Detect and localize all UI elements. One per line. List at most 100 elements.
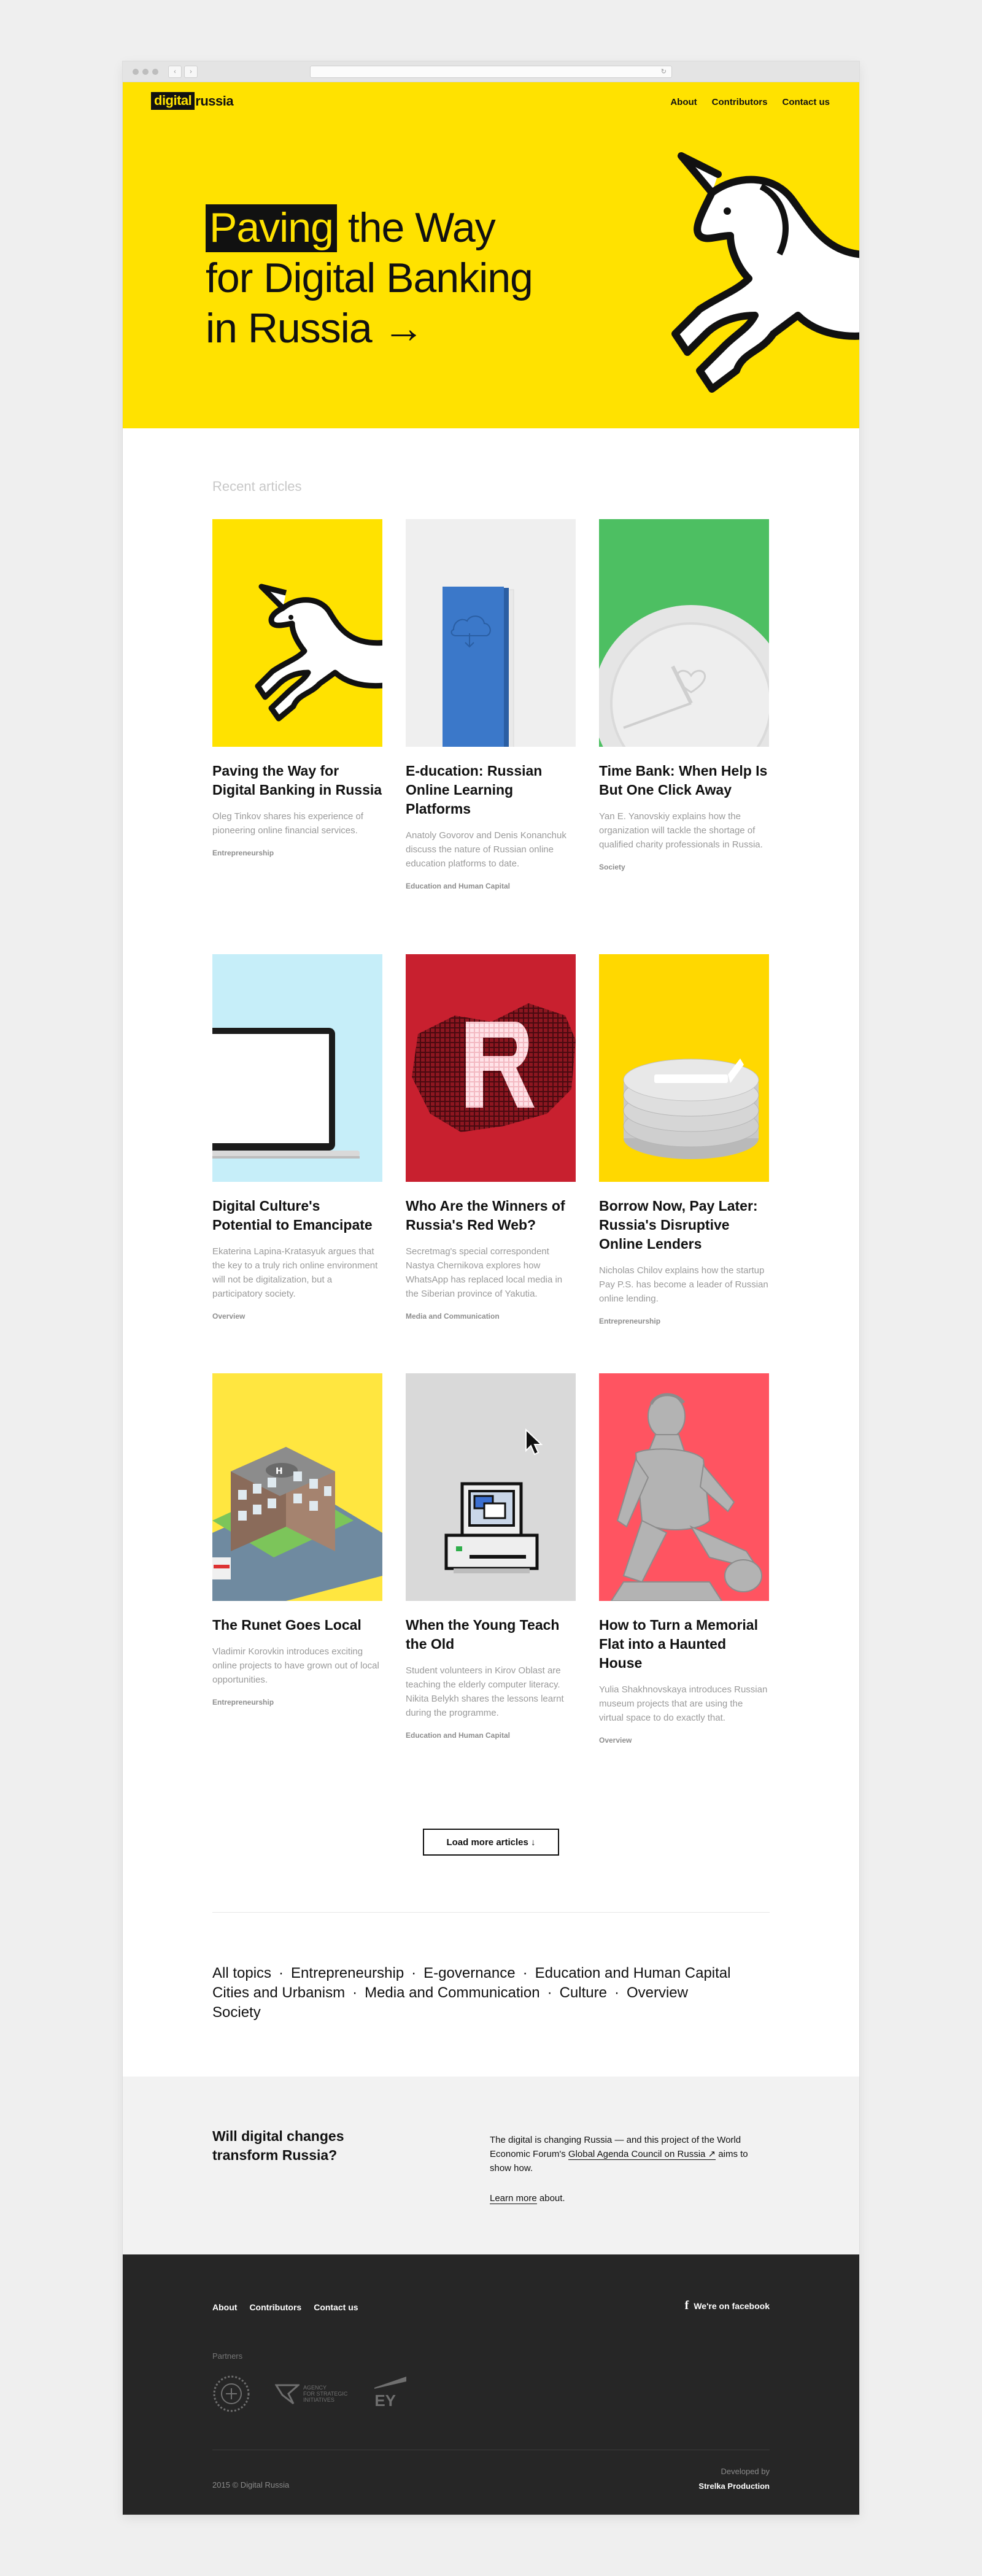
developer-credit: Developed by Strelka Production bbox=[698, 2464, 770, 2494]
article-title[interactable]: E-ducation: Russian Online Learning Plat… bbox=[406, 762, 576, 819]
article-title[interactable]: Time Bank: When Help Is But One Click Aw… bbox=[599, 762, 769, 800]
facebook-link[interactable]: f We're on facebook bbox=[685, 2299, 770, 2313]
article-title[interactable]: Paving the Way for Digital Banking in Ru… bbox=[212, 762, 382, 800]
hospital-icon: H bbox=[212, 1447, 382, 1601]
url-bar[interactable]: ↻ bbox=[310, 66, 672, 78]
nav-about[interactable]: About bbox=[670, 97, 697, 107]
article-card[interactable]: Borrow Now, Pay Later: Russia's Disrupti… bbox=[599, 954, 769, 1325]
forward-icon[interactable]: › bbox=[184, 66, 198, 78]
article-tag[interactable]: Education and Human Capital bbox=[406, 1731, 576, 1740]
logo-rest: russia bbox=[195, 93, 234, 109]
svg-text:H: H bbox=[276, 1467, 283, 1476]
unicorn-icon bbox=[671, 152, 859, 393]
article-tag[interactable]: Education and Human Capital bbox=[406, 882, 576, 890]
article-card[interactable]: When the Young Teach the Old Student vol… bbox=[406, 1373, 576, 1740]
back-icon[interactable]: ‹ bbox=[168, 66, 182, 78]
divider bbox=[212, 1912, 770, 1913]
mouse-cursor-icon bbox=[525, 1429, 543, 1456]
topic-media[interactable]: Media and Communication bbox=[365, 1984, 539, 2001]
retro-computer-icon bbox=[444, 1482, 539, 1573]
copyright: 2015 © Digital Russia bbox=[212, 2480, 290, 2489]
article-card[interactable]: Digital Culture's Potential to Emancipat… bbox=[212, 954, 382, 1321]
developer-link[interactable]: Strelka Production bbox=[698, 2482, 770, 2491]
article-card[interactable]: E-ducation: Russian Online Learning Plat… bbox=[406, 519, 576, 890]
wef-logo-icon[interactable] bbox=[212, 2375, 250, 2413]
article-thumb[interactable] bbox=[212, 954, 382, 1182]
article-card[interactable]: Paving the Way for Digital Banking in Ru… bbox=[212, 519, 382, 857]
article-title[interactable]: Who Are the Winners of Russia's Red Web? bbox=[406, 1197, 576, 1235]
asi-line2: FOR STRATEGIC bbox=[303, 2391, 348, 2397]
footer-nav-about[interactable]: About bbox=[212, 2302, 237, 2312]
article-card[interactable]: Time Bank: When Help Is But One Click Aw… bbox=[599, 519, 769, 871]
topic-cities[interactable]: Cities and Urbanism bbox=[212, 1984, 345, 2001]
article-desc: Anatoly Govorov and Denis Konanchuk disc… bbox=[406, 830, 566, 869]
article-thumb[interactable] bbox=[406, 954, 576, 1182]
article-thumb[interactable] bbox=[212, 519, 382, 747]
asi-line3: INITIATIVES bbox=[303, 2397, 334, 2403]
load-more-button[interactable]: Load more articles ↓ bbox=[423, 1829, 559, 1856]
article-thumb[interactable] bbox=[599, 954, 769, 1182]
footer: About Contributors Contact us f We're on… bbox=[123, 2254, 859, 2515]
article-thumb[interactable] bbox=[599, 1373, 769, 1601]
article-tag[interactable]: Entrepreneurship bbox=[212, 849, 382, 857]
topic-overview[interactable]: Overview bbox=[627, 1984, 688, 2001]
logo-box: digital bbox=[151, 92, 195, 110]
footer-nav: About Contributors Contact us bbox=[212, 2302, 358, 2312]
zoom-dot[interactable] bbox=[152, 69, 158, 75]
article-title[interactable]: The Runet Goes Local bbox=[212, 1616, 382, 1635]
article-desc: Yan E. Yanovskiy explains how the organi… bbox=[599, 811, 763, 850]
footer-nav-contact[interactable]: Contact us bbox=[314, 2302, 358, 2312]
about-text: The digital is changing Russia — and thi… bbox=[490, 2133, 760, 2175]
article-title[interactable]: Digital Culture's Potential to Emancipat… bbox=[212, 1197, 382, 1235]
topic-entrepreneurship[interactable]: Entrepreneurship bbox=[291, 1965, 404, 1981]
separator: · bbox=[352, 1984, 358, 2001]
article-tag[interactable]: Overview bbox=[212, 1312, 382, 1321]
topic-e-governance[interactable]: E-governance bbox=[423, 1965, 515, 1981]
article-thumb[interactable] bbox=[406, 1373, 576, 1601]
separator: · bbox=[547, 1984, 552, 2001]
article-title[interactable]: Borrow Now, Pay Later: Russia's Disrupti… bbox=[599, 1197, 769, 1254]
developed-by-label: Developed by bbox=[721, 2467, 770, 2476]
article-tag[interactable]: Entrepreneurship bbox=[212, 1698, 382, 1706]
topic-society[interactable]: Society bbox=[212, 2004, 261, 2021]
learn-more-link[interactable]: Learn more bbox=[490, 2193, 537, 2204]
nav-contributors[interactable]: Contributors bbox=[712, 97, 768, 107]
asi-text: AGENCY FOR STRATEGIC INITIATIVES bbox=[303, 2385, 347, 2403]
article-title[interactable]: When the Young Teach the Old bbox=[406, 1616, 576, 1654]
article-card[interactable]: How to Turn a Memorial Flat into a Haunt… bbox=[599, 1373, 769, 1745]
close-dot[interactable] bbox=[133, 69, 139, 75]
site-logo[interactable]: digital russia bbox=[151, 92, 234, 110]
topic-education[interactable]: Education and Human Capital bbox=[535, 1965, 731, 1981]
article-tag[interactable]: Society bbox=[599, 863, 769, 871]
pixel-r-icon bbox=[412, 1003, 576, 1132]
minimize-dot[interactable] bbox=[142, 69, 149, 75]
separator: · bbox=[614, 1984, 619, 2001]
article-desc: Student volunteers in Kirov Oblast are t… bbox=[406, 1665, 564, 1718]
article-tag[interactable]: Overview bbox=[599, 1736, 769, 1745]
reload-icon[interactable]: ↻ bbox=[661, 67, 667, 75]
hero-title[interactable]: Paving the Way for Digital Banking in Ru… bbox=[206, 202, 533, 353]
ey-text: EY bbox=[374, 2391, 396, 2410]
article-desc: Vladimir Korovkin introduces exciting on… bbox=[212, 1646, 379, 1685]
nav-contact[interactable]: Contact us bbox=[782, 97, 830, 107]
history-buttons: ‹ › bbox=[168, 66, 198, 78]
article-thumb[interactable] bbox=[599, 519, 769, 747]
article-tag[interactable]: Entrepreneurship bbox=[599, 1317, 769, 1325]
asi-logo[interactable]: AGENCY FOR STRATEGIC INITIATIVES bbox=[275, 2381, 347, 2406]
ey-logo[interactable]: EY bbox=[372, 2375, 409, 2412]
about-question: Will digital changes transform Russia? bbox=[212, 2128, 344, 2163]
footer-nav-contributors[interactable]: Contributors bbox=[249, 2302, 301, 2312]
topic-all[interactable]: All topics bbox=[212, 1965, 271, 1981]
learn-more-rest: about. bbox=[536, 2193, 565, 2204]
article-tag[interactable]: Media and Communication bbox=[406, 1312, 576, 1321]
window-controls bbox=[133, 69, 158, 75]
council-link[interactable]: Global Agenda Council on Russia ↗ bbox=[568, 2149, 716, 2160]
article-thumb[interactable] bbox=[406, 519, 576, 747]
article-card[interactable]: Who Are the Winners of Russia's Red Web?… bbox=[406, 954, 576, 1321]
article-card[interactable]: H The Runet Goes Local Vladimir Korovkin… bbox=[212, 1373, 382, 1706]
article-title[interactable]: How to Turn a Memorial Flat into a Haunt… bbox=[599, 1616, 769, 1673]
topic-culture[interactable]: Culture bbox=[560, 1984, 607, 2001]
about-section: Will digital changes transform Russia? T… bbox=[123, 2077, 859, 2254]
article-thumb[interactable]: H bbox=[212, 1373, 382, 1601]
laptop-icon bbox=[212, 1028, 360, 1159]
